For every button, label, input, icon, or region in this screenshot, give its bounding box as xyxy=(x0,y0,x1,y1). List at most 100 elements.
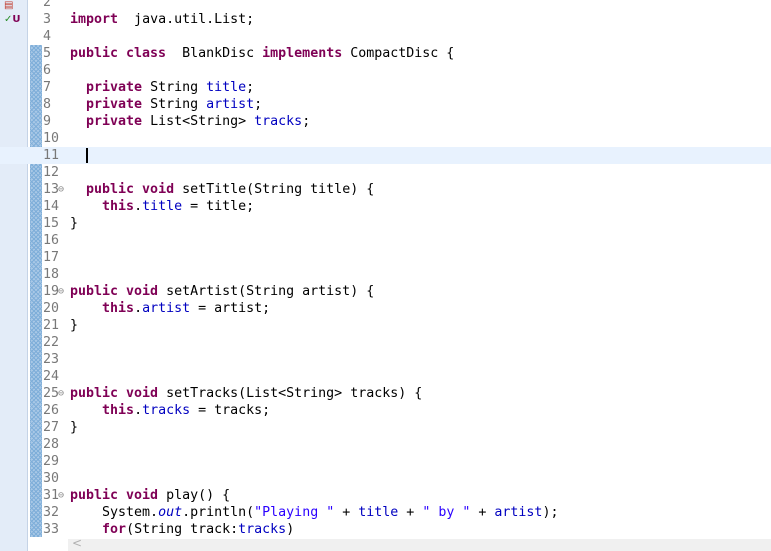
code-text: private String title; xyxy=(70,79,254,96)
code-line[interactable]: 32 System.out.println("Playing " + title… xyxy=(0,504,771,521)
code-token: title xyxy=(206,80,247,95)
code-token: java.util.List; xyxy=(118,12,255,27)
code-line[interactable]: 25 ⊖ public void setTracks(List<String> tr… xyxy=(0,385,771,402)
code-line[interactable]: 11 xyxy=(0,147,771,164)
code-line[interactable]: 28 xyxy=(0,436,771,453)
line-number: 6 xyxy=(43,63,52,78)
code-text: public class BlankDisc implements Compac… xyxy=(70,45,454,62)
line-number: 7 xyxy=(43,80,52,95)
code-line[interactable]: 18 xyxy=(0,266,771,283)
code-line[interactable]: 24 xyxy=(0,368,771,385)
code-line[interactable]: 31 ⊖ public void play() { xyxy=(0,487,771,504)
code-token: ; xyxy=(254,97,263,112)
code-token: ) xyxy=(286,522,295,537)
fold-collapse-icon[interactable]: ⊖ xyxy=(58,181,64,198)
code-token: title xyxy=(142,199,183,214)
line-number: 17 xyxy=(43,250,60,265)
code-line[interactable]: 33 for(String track:tracks) xyxy=(0,521,771,538)
line-number: 22 xyxy=(43,335,60,350)
code-token: artist xyxy=(206,97,255,112)
code-line[interactable]: 19 ⊖ public void setArtist(String artist) … xyxy=(0,283,771,300)
line-number: 30 xyxy=(43,471,60,486)
code-token: (String track: xyxy=(126,522,239,537)
code-line[interactable]: 2 xyxy=(0,0,771,11)
code-line[interactable]: 30 xyxy=(0,470,771,487)
code-line[interactable]: 13 ⊖ public void setTitle(String title) { xyxy=(0,181,771,198)
line-number: 4 xyxy=(43,29,52,44)
text-caret xyxy=(86,147,88,163)
line-number: 10 xyxy=(43,131,60,146)
code-editor[interactable]: 2 3 import java.util.List; 4 5 public class B… xyxy=(0,0,771,538)
code-line[interactable]: 10 xyxy=(0,130,771,147)
line-number: 26 xyxy=(43,403,60,418)
code-line[interactable]: 27} xyxy=(0,419,771,436)
code-line[interactable]: 20 this.artist = artist; xyxy=(0,300,771,317)
code-line[interactable]: 15} xyxy=(0,215,771,232)
code-line[interactable]: 21} xyxy=(0,317,771,334)
line-number: 33 xyxy=(43,522,60,537)
code-line[interactable]: 4 xyxy=(0,28,771,45)
line-number: 28 xyxy=(43,437,60,452)
code-token: artist xyxy=(494,505,543,520)
code-line[interactable]: 23 xyxy=(0,351,771,368)
code-token: out xyxy=(158,505,183,520)
line-number: 32 xyxy=(43,505,60,520)
line-number: 3 xyxy=(43,12,52,27)
line-number: 14 xyxy=(43,199,60,214)
code-line[interactable]: 9 private List<String> tracks; xyxy=(0,113,771,130)
fold-collapse-icon[interactable]: ⊖ xyxy=(58,385,64,402)
code-token: BlankDisc xyxy=(166,46,263,61)
code-line[interactable]: 3 import java.util.List; xyxy=(0,11,771,28)
line-number: 29 xyxy=(43,454,60,469)
code-text: } xyxy=(70,419,78,436)
code-text: System.out.println("Playing " + title + … xyxy=(70,504,558,521)
line-number: 11 xyxy=(43,148,60,163)
code-token: . xyxy=(134,199,143,214)
line-number: 23 xyxy=(43,352,60,367)
fold-collapse-icon[interactable]: ⊖ xyxy=(58,283,64,300)
code-line[interactable]: 26 this.tracks = tracks; xyxy=(0,402,771,419)
code-token: this xyxy=(102,301,135,316)
code-token: } xyxy=(70,318,79,333)
scroll-left-arrow-icon[interactable]: < xyxy=(72,536,82,550)
code-token: System. xyxy=(70,505,159,520)
code-token: private xyxy=(86,114,143,129)
code-line[interactable]: 29 xyxy=(0,453,771,470)
code-line[interactable]: 5 public class BlankDisc implements Compa… xyxy=(0,45,771,62)
line-number: 20 xyxy=(43,301,60,316)
code-token: public void xyxy=(70,386,159,401)
code-line[interactable]: 17 xyxy=(0,249,771,266)
code-line[interactable]: 14 this.title = title; xyxy=(0,198,771,215)
code-text: for(String track:tracks) xyxy=(70,521,294,538)
fold-collapse-icon[interactable]: ⊖ xyxy=(58,487,64,504)
code-token: this xyxy=(102,199,135,214)
horizontal-scrollbar[interactable]: < xyxy=(68,536,771,551)
code-token: = artist; xyxy=(190,301,271,316)
code-text: this.title = title; xyxy=(70,198,254,215)
code-line[interactable]: 16 xyxy=(0,232,771,249)
line-number: 18 xyxy=(43,267,60,282)
code-token: "Playing " xyxy=(254,505,335,520)
code-line[interactable]: 6 xyxy=(0,62,771,79)
code-token: String xyxy=(142,80,207,95)
code-token: } xyxy=(70,420,79,435)
code-token: for xyxy=(102,522,127,537)
line-number: 9 xyxy=(43,114,52,129)
code-token: title xyxy=(358,505,399,520)
code-token: + xyxy=(334,505,359,520)
code-line[interactable]: 7 private String title; xyxy=(0,79,771,96)
code-token: setTitle(String title) { xyxy=(174,182,375,197)
code-line[interactable]: 22 xyxy=(0,334,771,351)
code-token: = title; xyxy=(182,199,255,214)
code-token: implements xyxy=(262,46,343,61)
code-line[interactable]: 12 xyxy=(0,164,771,181)
code-line[interactable]: 8 private String artist; xyxy=(0,96,771,113)
code-token: String xyxy=(142,97,207,112)
code-token: + xyxy=(398,505,423,520)
code-text: public void setTracks(List<String> track… xyxy=(70,385,422,402)
